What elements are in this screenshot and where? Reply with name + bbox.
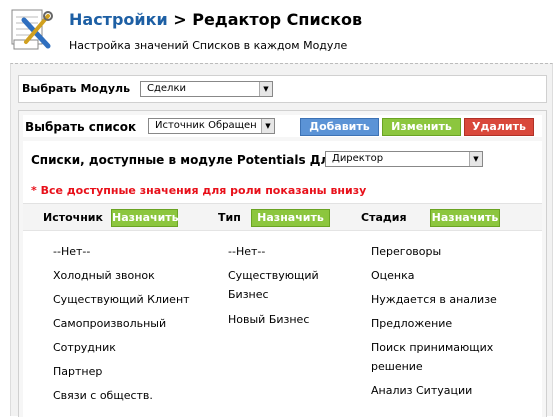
list-item: Анализ Ситуации bbox=[371, 384, 473, 397]
list-item: Партнер bbox=[53, 365, 103, 378]
list-item: Нуждается в анализе bbox=[371, 293, 497, 306]
picklist-editor-icon bbox=[10, 8, 54, 52]
assign-type-button[interactable]: Назначить bbox=[251, 209, 330, 227]
chevron-down-icon: ▼ bbox=[261, 119, 274, 133]
list-item: Существующий bbox=[228, 269, 319, 282]
list-item: Сотрудник bbox=[53, 341, 116, 354]
column-header-row: Источник Назначить Тип Назначить Стадия … bbox=[23, 204, 542, 231]
list-item: Предложение bbox=[371, 317, 453, 330]
list-item: Связи с обществ. bbox=[53, 389, 153, 402]
edit-button[interactable]: Изменить bbox=[382, 118, 461, 136]
picklist-panel: Выбрать список Источник Обращен ▼ Добави… bbox=[18, 110, 547, 417]
list-item: Существующий Клиент bbox=[53, 293, 190, 306]
picklist-select-value: Источник Обращен bbox=[155, 120, 257, 131]
breadcrumb-current: Редактор Списков bbox=[192, 10, 363, 29]
list-item: Самопроизвольный bbox=[53, 317, 167, 330]
list-item: --Нет-- bbox=[53, 245, 91, 258]
picklist-columns: Источник Назначить Тип Назначить Стадия … bbox=[23, 203, 542, 418]
add-button[interactable]: Добавить bbox=[300, 118, 379, 136]
module-select-label: Выбрать Модуль bbox=[22, 82, 131, 95]
page-subtitle: Настройка значений Списков в каждом Моду… bbox=[69, 39, 348, 52]
chevron-down-icon: ▼ bbox=[259, 82, 272, 96]
column-title-type: Тип bbox=[218, 211, 241, 224]
breadcrumb-separator: > bbox=[167, 10, 193, 29]
list-item: Поиск принимающих bbox=[371, 341, 494, 354]
module-select-bar: Выбрать Модуль Сделки ▼ bbox=[18, 75, 547, 103]
role-select-label: Списки, доступные в модуле Potentials Дл… bbox=[31, 153, 337, 167]
list-item: Оценка bbox=[371, 269, 415, 282]
chevron-down-icon: ▼ bbox=[469, 152, 482, 166]
role-values-panel: Списки, доступные в модуле Potentials Дл… bbox=[23, 141, 542, 417]
picklist-select-bar: Выбрать список Источник Обращен ▼ Добави… bbox=[23, 115, 542, 137]
role-select[interactable]: Директор ▼ bbox=[325, 151, 483, 167]
module-select[interactable]: Сделки ▼ bbox=[140, 81, 273, 97]
page-title: Настройки > Редактор Списков bbox=[69, 10, 362, 29]
assign-source-button[interactable]: Назначить bbox=[111, 209, 179, 227]
editor-container: Выбрать Модуль Сделки ▼ Выбрать список И… bbox=[10, 63, 553, 417]
column-title-source: Источник bbox=[43, 211, 103, 224]
breadcrumb-settings-link[interactable]: Настройки bbox=[69, 10, 168, 29]
picklist-select-label: Выбрать список bbox=[25, 120, 137, 134]
list-item: --Нет-- bbox=[228, 245, 266, 258]
list-item: Новый Бизнес bbox=[228, 313, 310, 326]
list-item: Переговоры bbox=[371, 245, 442, 258]
assign-stage-button[interactable]: Назначить bbox=[430, 209, 500, 227]
list-item: решение bbox=[371, 360, 423, 373]
role-select-value: Директор bbox=[332, 153, 384, 164]
column-title-stage: Стадия bbox=[361, 211, 407, 224]
list-item: Холодный звонок bbox=[53, 269, 155, 282]
module-select-value: Сделки bbox=[147, 83, 186, 94]
list-item: Бизнес bbox=[228, 288, 269, 301]
delete-button[interactable]: Удалить bbox=[464, 118, 534, 136]
picklist-select[interactable]: Источник Обращен ▼ bbox=[148, 118, 275, 134]
role-values-warning: * Все доступные значения для роли показа… bbox=[31, 184, 367, 197]
